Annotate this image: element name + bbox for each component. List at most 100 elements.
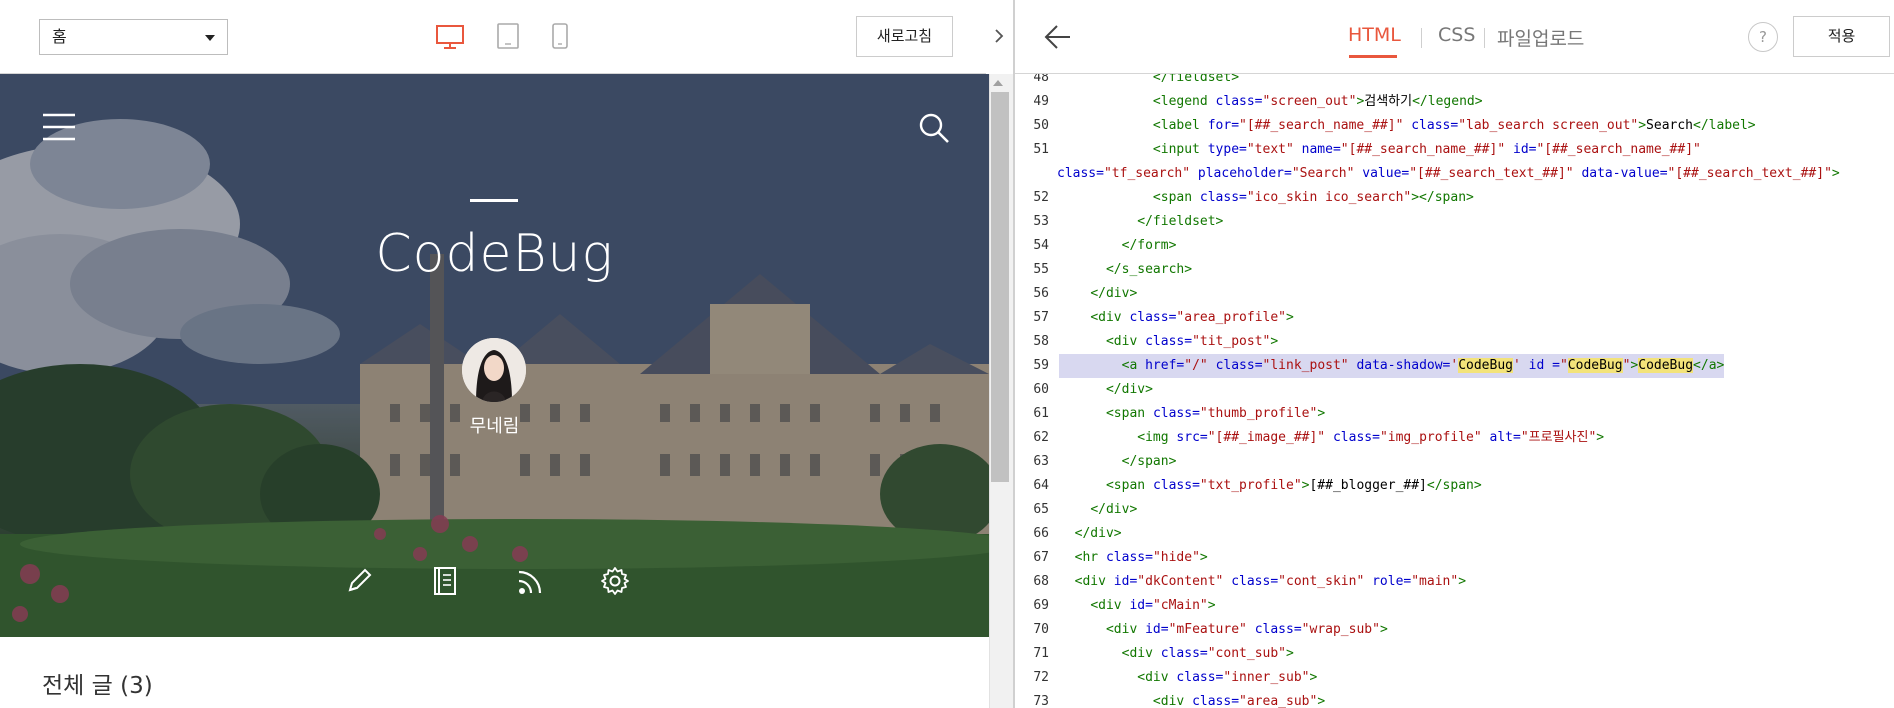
scroll-up-arrow-icon[interactable] bbox=[993, 80, 1003, 86]
code-line[interactable]: 68 <div id="dkContent" class="cont_skin"… bbox=[1015, 570, 1894, 594]
code-token: "cMain" bbox=[1152, 598, 1208, 613]
mobile-view-icon[interactable] bbox=[551, 22, 569, 50]
tablet-view-icon[interactable] bbox=[496, 22, 520, 50]
code-line[interactable]: 61 <span class="thumb_profile"> bbox=[1015, 402, 1894, 426]
line-code: </div> bbox=[1059, 378, 1153, 402]
code-token: > bbox=[1831, 166, 1840, 181]
line-number: 57 bbox=[1033, 310, 1049, 325]
code-line[interactable]: 66 </div> bbox=[1015, 522, 1894, 546]
rss-icon[interactable] bbox=[516, 566, 546, 596]
code-line[interactable]: 58 <div class="tit_post"> bbox=[1015, 330, 1894, 354]
back-arrow-icon[interactable] bbox=[1043, 22, 1073, 52]
tab-separator bbox=[1421, 28, 1422, 48]
html-code-area[interactable]: 48 </fieldset> 49 <legend class="screen_o… bbox=[1015, 74, 1894, 708]
code-token: </span> bbox=[1121, 454, 1177, 469]
code-token: "[##_search_text_##]" bbox=[1667, 166, 1832, 181]
line-code: <legend class="screen_out">검색하기</legend> bbox=[1059, 90, 1483, 114]
help-button[interactable]: ? bbox=[1748, 22, 1778, 52]
code-line[interactable]: 50 <label for="[##_search_name_##]" clas… bbox=[1015, 114, 1894, 138]
code-line[interactable]: 69 <div id="cMain"> bbox=[1015, 594, 1894, 618]
blog-preview: CodeBug 무네림 전체 글 (3) bbox=[0, 74, 989, 708]
code-token: </label> bbox=[1693, 118, 1756, 133]
code-line[interactable]: 62 <img src="[##_image_##]" class="img_p… bbox=[1015, 426, 1894, 450]
code-line[interactable]: 65 </div> bbox=[1015, 498, 1894, 522]
code-line[interactable]: 72 <div class="inner_sub"> bbox=[1015, 666, 1894, 690]
code-token: > bbox=[1596, 430, 1605, 445]
code-line[interactable]: 51 <input type="text" name="[##_search_n… bbox=[1015, 138, 1894, 162]
code-line[interactable]: 48 </fieldset> bbox=[1015, 74, 1894, 90]
line-number: 64 bbox=[1033, 478, 1049, 493]
code-token: class= bbox=[1332, 430, 1380, 445]
code-line[interactable]: 54 </form> bbox=[1015, 234, 1894, 258]
apply-button[interactable]: 적용 bbox=[1793, 16, 1890, 57]
line-number: 49 bbox=[1033, 94, 1049, 109]
code-line[interactable]: 53 </fieldset> bbox=[1015, 210, 1894, 234]
settings-gear-icon[interactable] bbox=[600, 566, 630, 596]
collapse-toggle[interactable] bbox=[986, 0, 1013, 74]
page-select[interactable]: 홈 bbox=[39, 19, 228, 55]
code-token: class= bbox=[1215, 94, 1263, 109]
line-number: 61 bbox=[1033, 406, 1049, 421]
posts-heading: 전체 글 (3) bbox=[42, 673, 153, 699]
tab-html[interactable]: HTML bbox=[1348, 24, 1401, 58]
caret-down-icon bbox=[205, 35, 215, 41]
code-line[interactable]: 55 </s_search> bbox=[1015, 258, 1894, 282]
code-token: for= bbox=[1207, 118, 1240, 133]
search-icon[interactable] bbox=[918, 112, 950, 144]
code-line[interactable]: 49 <legend class="screen_out">검색하기</lege… bbox=[1015, 90, 1894, 114]
code-line[interactable]: 52 <span class="ico_skin ico_search"></s… bbox=[1015, 186, 1894, 210]
code-token: <span bbox=[1105, 406, 1153, 421]
code-line[interactable]: 71 <div class="cont_sub"> bbox=[1015, 642, 1894, 666]
code-token: "dkContent" bbox=[1137, 574, 1224, 589]
menu-icon[interactable] bbox=[42, 112, 76, 142]
code-line[interactable]: 56 </div> bbox=[1015, 282, 1894, 306]
preview-scroll-thumb[interactable] bbox=[991, 92, 1009, 482]
line-code: <div class="area_sub"> bbox=[1059, 690, 1325, 708]
code-token: class= bbox=[1411, 118, 1459, 133]
code-token: "Search" bbox=[1291, 166, 1355, 181]
code-line[interactable]: 57 <div class="area_profile"> bbox=[1015, 306, 1894, 330]
refresh-button[interactable]: 새로고침 bbox=[856, 16, 953, 57]
line-code: <div class="tit_post"> bbox=[1059, 330, 1278, 354]
line-code: </div> bbox=[1059, 522, 1122, 546]
pencil-icon[interactable] bbox=[346, 566, 374, 594]
code-token: "txt_profile" bbox=[1199, 478, 1302, 493]
code-line[interactable]: 59 <a href="/" class="link_post" data-sh… bbox=[1015, 354, 1894, 378]
code-token: <img bbox=[1137, 430, 1177, 445]
line-number: 50 bbox=[1033, 118, 1049, 133]
code-line[interactable]: 73 <div class="area_sub"> bbox=[1015, 690, 1894, 708]
code-line[interactable]: 67 <hr class="hide"> bbox=[1015, 546, 1894, 570]
line-number: 71 bbox=[1033, 646, 1049, 661]
code-token: class= bbox=[1129, 310, 1177, 325]
code-line[interactable]: 64 <span class="txt_profile">[##_blogger… bbox=[1015, 474, 1894, 498]
line-code: </span> bbox=[1059, 450, 1177, 474]
line-number: 48 bbox=[1033, 74, 1049, 85]
code-line[interactable]: 63 </span> bbox=[1015, 450, 1894, 474]
code-line[interactable]: 70 <div id="mFeature" class="wrap_sub"> bbox=[1015, 618, 1894, 642]
code-token: "text" bbox=[1246, 142, 1294, 157]
code-token: <legend bbox=[1152, 94, 1216, 109]
desktop-view-icon[interactable] bbox=[435, 24, 465, 50]
code-line[interactable]: class="tf_search" placeholder="Search" v… bbox=[1015, 162, 1894, 186]
code-token: "[##_search_name_##]" bbox=[1340, 142, 1506, 157]
guestbook-icon[interactable] bbox=[432, 566, 458, 596]
line-code: <div id="mFeature" class="wrap_sub"> bbox=[1059, 618, 1388, 642]
code-token: </div> bbox=[1074, 526, 1122, 541]
code-line[interactable]: 60 </div> bbox=[1015, 378, 1894, 402]
tab-file-upload[interactable]: 파일업로드 bbox=[1497, 24, 1584, 51]
code-token: </span> bbox=[1426, 478, 1482, 493]
blog-title[interactable]: CodeBug bbox=[0, 224, 989, 284]
code-token: <a bbox=[1121, 358, 1146, 373]
code-token: value= bbox=[1362, 166, 1410, 181]
tab-css[interactable]: CSS bbox=[1438, 24, 1475, 46]
code-token: "[##_image_##]" bbox=[1207, 430, 1326, 445]
